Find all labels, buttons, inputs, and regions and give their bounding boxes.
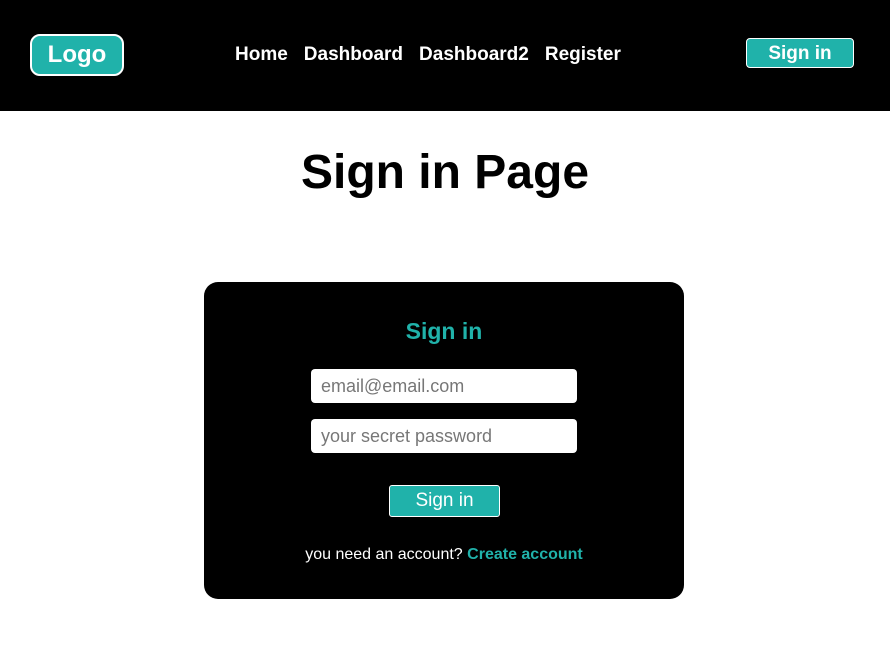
nav-link-dashboard[interactable]: Dashboard [304,44,403,66]
top-navbar: Logo Home Dashboard Dashboard2 Register … [0,0,890,111]
account-prompt-line: you need an account? Create account [204,544,684,566]
create-account-link[interactable]: Create account [467,546,583,563]
logo-button[interactable]: Logo [30,34,124,76]
account-prompt-text: you need an account? [305,546,463,563]
nav-link-dashboard2[interactable]: Dashboard2 [419,44,529,66]
signin-card-title: Sign in [405,318,483,344]
signin-card: Sign in Sign in you need an account? Cre… [204,282,684,599]
page-title: Sign in Page [300,146,590,199]
email-field[interactable] [311,369,577,403]
signin-submit-button[interactable]: Sign in [389,485,500,517]
main-nav: Home Dashboard Dashboard2 Register [235,44,621,66]
nav-link-register[interactable]: Register [545,44,621,66]
nav-signin-button[interactable]: Sign in [746,38,854,68]
nav-link-home[interactable]: Home [235,44,288,66]
password-field[interactable] [311,419,577,453]
